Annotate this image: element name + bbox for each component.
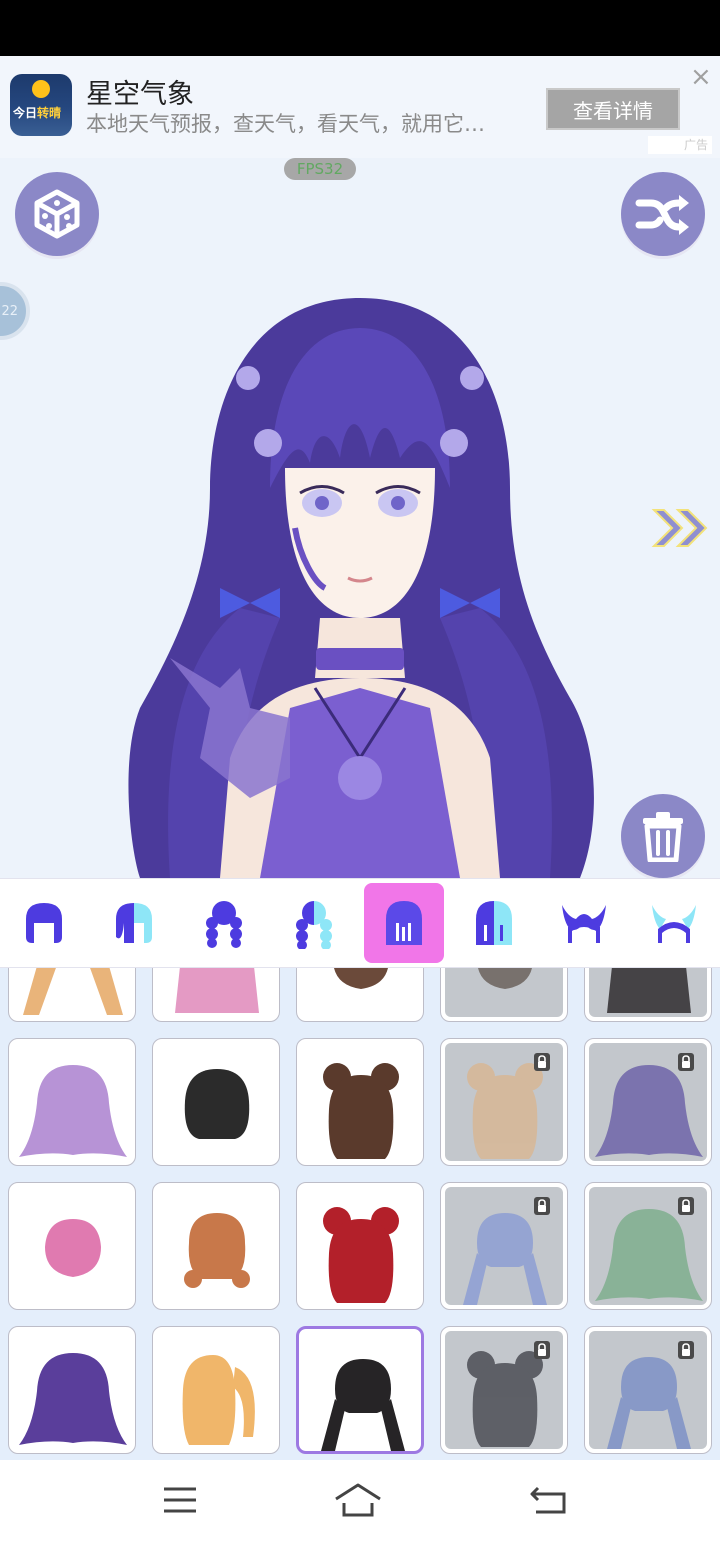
category-tab-horn-accessory-2[interactable]: [634, 883, 714, 963]
hair-item[interactable]: [152, 1182, 280, 1310]
hair-item[interactable]: [584, 968, 712, 1022]
category-tab-long-hair-2[interactable]: [454, 883, 534, 963]
trash-icon: [643, 812, 683, 862]
double-chevron-right-icon[interactable]: [650, 506, 712, 550]
hair-style-thumbnail: [184, 1069, 250, 1139]
hair-style-thumbnail: [323, 1207, 399, 1303]
delete-button[interactable]: [621, 794, 705, 878]
hair-item[interactable]: [8, 968, 136, 1022]
lock-icon: [534, 1341, 550, 1359]
hair-item[interactable]: [152, 1326, 280, 1454]
lock-icon: [678, 1053, 694, 1071]
long-hair-2-icon: [476, 901, 512, 945]
ad-banner[interactable]: 今日转晴 星空气象 本地天气预报，查天气，看天气，就用它… 查看详情 × 广告: [0, 56, 720, 158]
hair-item[interactable]: [8, 1182, 136, 1310]
hair-item[interactable]: [440, 1326, 568, 1454]
horn-accessory-2-icon: [652, 905, 696, 943]
hair-style-thumbnail: [334, 968, 388, 989]
character-stage: FPS32 22: [0, 158, 720, 878]
braid-hair-1-icon: [206, 901, 242, 948]
category-tab-braid-hair-1[interactable]: [184, 883, 264, 963]
nav-menu-button[interactable]: [156, 1480, 204, 1520]
hair-item[interactable]: [152, 1038, 280, 1166]
hair-style-thumbnail: [45, 1219, 101, 1277]
long-hair-1-icon: [386, 901, 422, 945]
ad-logo-text-accent: 转晴: [37, 106, 62, 120]
ad-app-logo: 今日转晴: [10, 74, 72, 136]
hair-style-thumbnail: [19, 1353, 127, 1445]
hair-item[interactable]: [440, 1038, 568, 1166]
hair-style-thumbnail: [607, 968, 691, 1013]
ad-title: 星空气象: [86, 79, 194, 110]
hair-style-thumbnail: [175, 968, 259, 1013]
hair-style-thumbnail: [478, 968, 532, 989]
ad-description: 本地天气预报，查天气，看天气，就用它…: [86, 112, 485, 136]
category-tab-back-hair-1[interactable]: [4, 883, 84, 963]
hair-item[interactable]: [296, 1038, 424, 1166]
hair-item[interactable]: [8, 1038, 136, 1166]
hair-item-grid: [0, 968, 720, 1460]
ad-close-icon[interactable]: ×: [690, 64, 712, 90]
hair-style-thumbnail: [19, 1065, 127, 1157]
hair-item[interactable]: [152, 968, 280, 1022]
sun-icon: [32, 80, 50, 98]
back-hair-1-icon: [26, 903, 62, 943]
hair-item[interactable]: [584, 1182, 712, 1310]
horn-accessory-1-icon: [562, 905, 606, 943]
category-tab-back-hair-2[interactable]: [94, 883, 174, 963]
lock-icon: [534, 1053, 550, 1071]
category-tab-braid-hair-2[interactable]: [274, 883, 354, 963]
hair-style-thumbnail: [321, 1359, 405, 1451]
dice-icon: [34, 189, 80, 239]
hair-item[interactable]: [584, 1326, 712, 1454]
hair-item[interactable]: [296, 1182, 424, 1310]
back-icon: [530, 1486, 566, 1514]
random-dice-button[interactable]: [15, 172, 99, 256]
ad-logo-text: 今日: [13, 106, 38, 120]
nav-home-button[interactable]: [334, 1480, 382, 1520]
side-tab[interactable]: 22: [0, 282, 30, 340]
hair-item[interactable]: [296, 1326, 424, 1454]
hair-item[interactable]: [440, 968, 568, 1022]
category-tab-bar: [0, 878, 720, 968]
ad-mark: 广告: [648, 136, 712, 154]
lock-icon: [678, 1197, 694, 1215]
menu-icon: [164, 1487, 196, 1513]
hair-style-thumbnail: [323, 1063, 399, 1159]
braid-hair-2-icon: [296, 901, 332, 949]
system-nav-bar: [0, 1460, 720, 1544]
hair-style-thumbnail: [23, 968, 123, 1015]
lock-icon: [534, 1197, 550, 1215]
fps-counter: FPS32: [284, 158, 356, 180]
home-icon: [335, 1483, 381, 1517]
hair-item[interactable]: [584, 1038, 712, 1166]
hair-item[interactable]: [296, 968, 424, 1022]
status-bar: [0, 0, 720, 56]
category-tab-long-hair-1[interactable]: [364, 883, 444, 963]
hair-style-thumbnail: [184, 1213, 250, 1288]
ad-view-details-button[interactable]: 查看详情: [546, 88, 680, 130]
shuffle-button[interactable]: [621, 172, 705, 256]
shuffle-icon: [635, 195, 689, 235]
hair-item[interactable]: [8, 1326, 136, 1454]
hair-item[interactable]: [440, 1182, 568, 1310]
lock-icon: [678, 1341, 694, 1359]
character-avatar: [128, 298, 594, 878]
category-tab-horn-accessory-1[interactable]: [544, 883, 624, 963]
hair-style-thumbnail: [182, 1355, 255, 1445]
back-hair-2-icon: [116, 903, 152, 943]
nav-back-button[interactable]: [524, 1480, 572, 1520]
